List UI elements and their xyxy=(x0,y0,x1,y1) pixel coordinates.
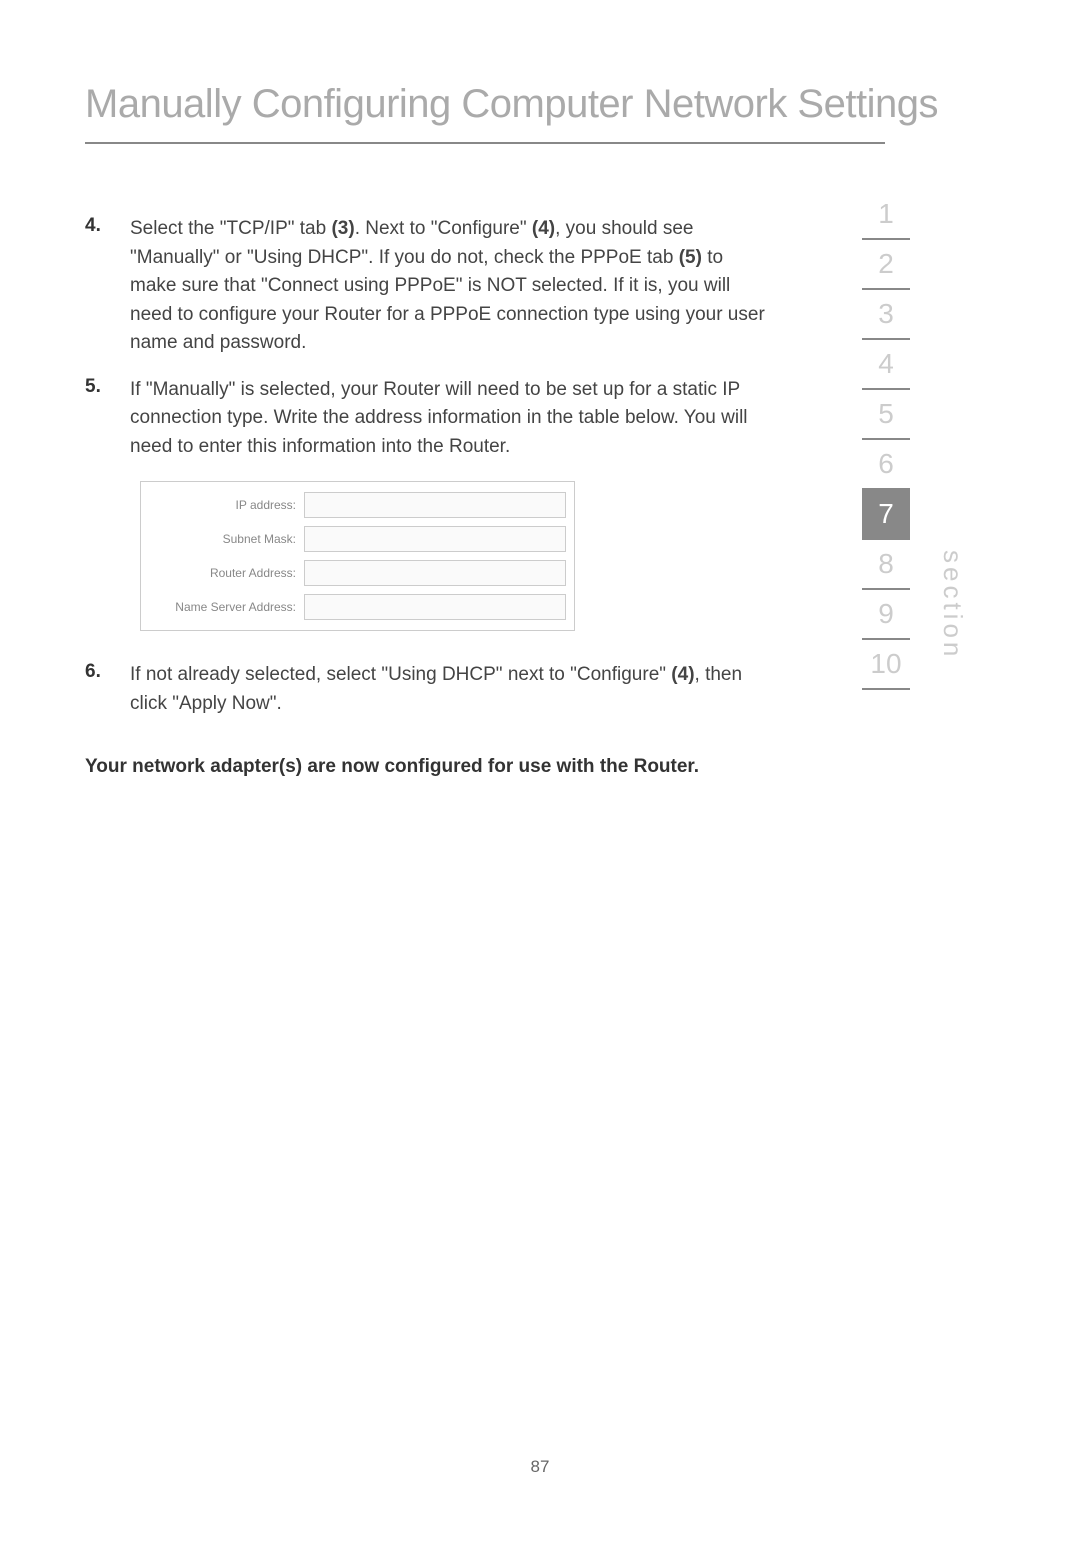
step-4: 4. Select the "TCP/IP" tab (3). Next to … xyxy=(85,215,765,358)
name-server-label: Name Server Address: xyxy=(149,600,304,614)
nav-item-10[interactable]: 10 xyxy=(862,640,910,690)
nav-item-5[interactable]: 5 xyxy=(862,390,910,440)
table-row: Name Server Address: xyxy=(141,590,574,624)
step-5: 5. If "Manually" is selected, your Route… xyxy=(85,376,765,462)
nav-item-1[interactable]: 1 xyxy=(862,190,910,240)
step-number: 6. xyxy=(85,661,130,718)
step-6: 6. If not already selected, select "Usin… xyxy=(85,661,765,718)
nav-item-7[interactable]: 7 xyxy=(862,490,910,540)
step-text: If not already selected, select "Using D… xyxy=(130,661,765,718)
step-text: If "Manually" is selected, your Router w… xyxy=(130,376,765,462)
nav-item-9[interactable]: 9 xyxy=(862,590,910,640)
nav-item-4[interactable]: 4 xyxy=(862,340,910,390)
main-content: 4. Select the "TCP/IP" tab (3). Next to … xyxy=(85,215,765,778)
step-number: 5. xyxy=(85,376,130,462)
subnet-mask-label: Subnet Mask: xyxy=(149,532,304,546)
page-number: 87 xyxy=(531,1457,550,1477)
nav-item-6[interactable]: 6 xyxy=(862,440,910,490)
table-row: Subnet Mask: xyxy=(141,522,574,556)
table-row: IP address: xyxy=(141,488,574,522)
closing-statement: Your network adapter(s) are now configur… xyxy=(85,756,765,778)
address-table: IP address: Subnet Mask: Router Address:… xyxy=(140,481,575,631)
section-nav: 1 2 3 4 5 6 7 8 9 10 xyxy=(862,190,910,690)
nav-item-3[interactable]: 3 xyxy=(862,290,910,340)
ip-address-label: IP address: xyxy=(149,498,304,512)
page-title: Manually Configuring Computer Network Se… xyxy=(85,82,938,127)
router-address-field xyxy=(304,560,566,586)
step-text: Select the "TCP/IP" tab (3). Next to "Co… xyxy=(130,215,765,358)
section-label: section xyxy=(937,550,968,660)
router-address-label: Router Address: xyxy=(149,566,304,580)
nav-item-2[interactable]: 2 xyxy=(862,240,910,290)
ip-address-field xyxy=(304,492,566,518)
table-row: Router Address: xyxy=(141,556,574,590)
step-number: 4. xyxy=(85,215,130,358)
nav-item-8[interactable]: 8 xyxy=(862,540,910,590)
subnet-mask-field xyxy=(304,526,566,552)
name-server-field xyxy=(304,594,566,620)
title-underline xyxy=(85,142,885,144)
